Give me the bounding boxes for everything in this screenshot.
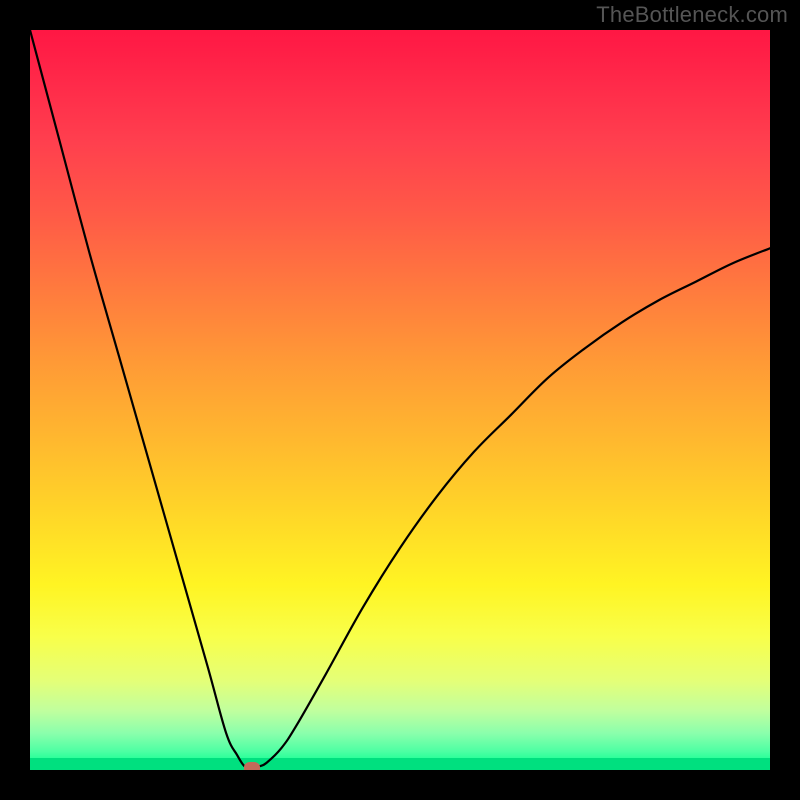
bottleneck-curve	[30, 30, 770, 768]
curve-svg	[30, 30, 770, 770]
plot-area	[30, 30, 770, 770]
watermark-text: TheBottleneck.com	[596, 2, 788, 28]
optimum-marker	[244, 762, 260, 770]
chart-container: TheBottleneck.com	[0, 0, 800, 800]
